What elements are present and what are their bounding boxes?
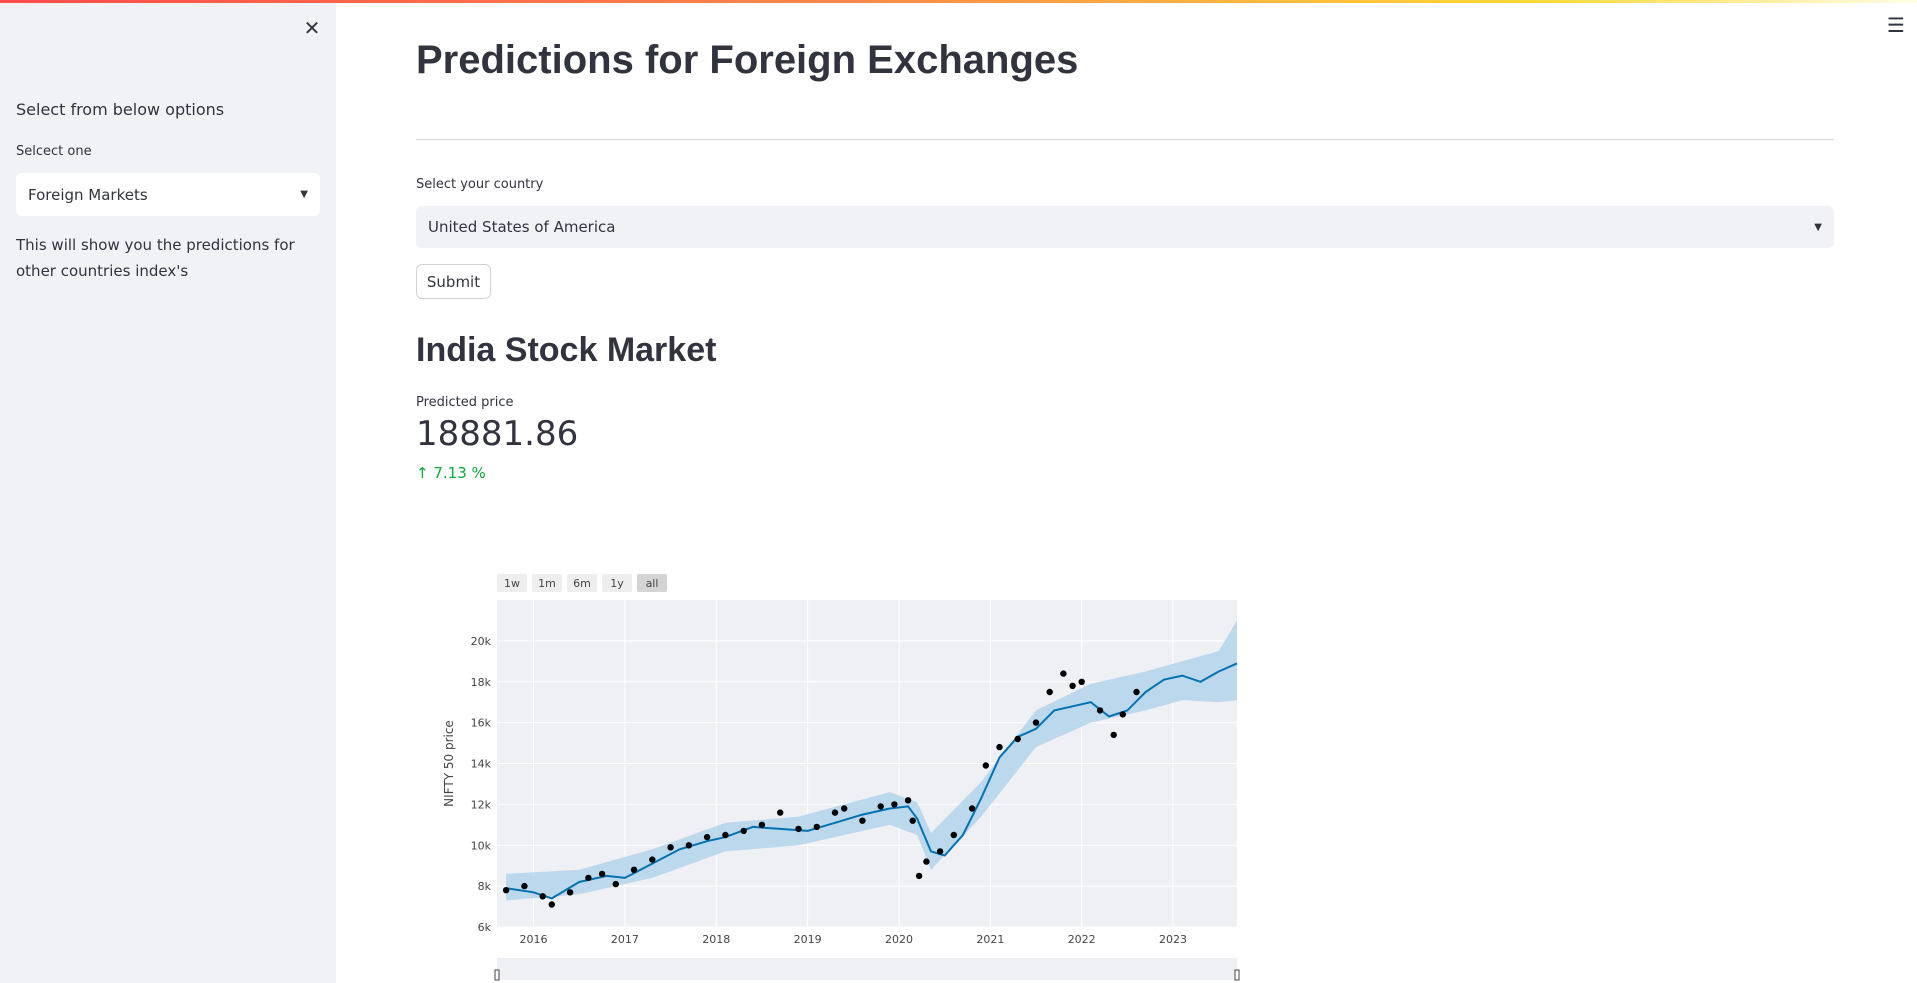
- range-button-label: 1m: [538, 577, 556, 590]
- x-tick-label: 2020: [885, 933, 913, 946]
- actual-data-point: [685, 842, 693, 849]
- actual-data-point: [722, 831, 729, 839]
- x-tick-label: 2018: [702, 933, 730, 946]
- metric-delta-value: 7.13 %: [433, 464, 486, 482]
- actual-data-point: [649, 856, 656, 863]
- x-tick-label: 2016: [520, 933, 548, 946]
- range-slider-handle-right[interactable]: [1234, 969, 1240, 981]
- range-button-1y[interactable]: 1y: [602, 574, 632, 592]
- actual-data-point: [831, 809, 839, 816]
- chevron-down-icon: ▼: [1814, 221, 1822, 233]
- range-button-label: 1w: [504, 577, 520, 590]
- actual-data-point: [1133, 688, 1140, 696]
- range-button-1m[interactable]: 1m: [532, 574, 562, 592]
- select-label: Selcect one: [16, 144, 92, 159]
- actual-data-point: [859, 817, 866, 824]
- forecast-chart[interactable]: 1w 1m 6m 1y all 6k 8k 10k 12k 14k 16k 18k 20k 2016 201…: [416, 560, 1246, 983]
- x-tick-label: 2021: [976, 933, 1004, 946]
- actual-data-point: [521, 882, 528, 890]
- actual-data-point: [936, 848, 944, 855]
- sidebar-info-text: This will show you the predictions for o…: [16, 236, 295, 280]
- range-button-all[interactable]: all: [637, 574, 667, 592]
- hamburger-menu-icon[interactable]: ☰: [1885, 14, 1907, 36]
- country-select-value: United States of America: [428, 218, 616, 236]
- actual-data-point: [612, 880, 619, 888]
- actual-data-point: [1110, 731, 1117, 739]
- range-button-6m[interactable]: 6m: [567, 574, 597, 592]
- actual-data-point: [1119, 711, 1126, 718]
- market-select[interactable]: Foreign Markets ▼: [16, 173, 320, 216]
- actual-data-point: [915, 872, 923, 880]
- y-tick-label: 6k: [478, 921, 492, 934]
- actual-data-point: [982, 762, 989, 769]
- close-icon[interactable]: ✕: [300, 16, 324, 40]
- actual-data-point: [1069, 682, 1076, 689]
- country-select-label: Select your country: [416, 177, 544, 192]
- chevron-down-icon: ▼: [300, 189, 308, 200]
- actual-data-point: [502, 887, 510, 894]
- actual-data-point: [1060, 670, 1067, 677]
- actual-data-point: [630, 866, 638, 873]
- x-tick-label: 2023: [1159, 933, 1187, 946]
- actual-data-point: [703, 833, 711, 841]
- actual-data-point: [1096, 707, 1104, 714]
- range-button-label: 6m: [573, 577, 591, 590]
- range-button-label: all: [646, 577, 659, 590]
- metric-value: 18881.86: [416, 414, 579, 454]
- y-tick-label: 18k: [471, 676, 492, 689]
- arrow-up-icon: ↑: [416, 464, 429, 482]
- actual-data-point: [795, 825, 802, 833]
- actual-data-point: [1046, 688, 1053, 696]
- actual-data-point: [1032, 719, 1040, 726]
- range-button-label: 1y: [610, 577, 624, 590]
- actual-data-point: [548, 901, 555, 908]
- actual-data-point: [667, 844, 674, 851]
- x-tick-label: 2017: [611, 933, 639, 946]
- actual-data-point: [539, 893, 546, 900]
- top-accent-bar: [0, 0, 1917, 3]
- actual-data-point: [813, 823, 820, 831]
- actual-data-point: [585, 874, 592, 882]
- actual-data-point: [950, 831, 957, 839]
- actual-data-point: [891, 801, 898, 808]
- country-select[interactable]: United States of America ▼: [416, 206, 1834, 248]
- range-button-1w[interactable]: 1w: [497, 574, 527, 592]
- actual-data-point: [1014, 735, 1021, 743]
- sidebar: ✕ Select from below options Selcect one …: [0, 0, 336, 983]
- divider: [416, 139, 1834, 140]
- actual-data-point: [777, 809, 784, 816]
- actual-data-point: [909, 817, 916, 824]
- y-tick-label: 14k: [471, 758, 492, 771]
- y-tick-label: 20k: [471, 635, 492, 648]
- x-tick-label: 2019: [794, 933, 822, 946]
- actual-data-point: [841, 805, 848, 812]
- actual-data-point: [566, 889, 574, 896]
- metric-label: Predicted price: [416, 395, 514, 410]
- actual-data-point: [1078, 678, 1085, 685]
- x-tick-label: 2022: [1068, 933, 1096, 946]
- actual-data-point: [877, 803, 884, 810]
- submit-button[interactable]: Submit: [416, 264, 491, 299]
- actual-data-point: [923, 858, 930, 865]
- y-tick-label: 10k: [471, 839, 492, 852]
- y-tick-label: 12k: [471, 798, 492, 811]
- y-tick-label: 8k: [478, 880, 492, 893]
- actual-data-point: [904, 797, 912, 804]
- range-slider-handle-left[interactable]: [494, 969, 500, 981]
- actual-data-point: [740, 827, 747, 835]
- actual-data-point: [996, 743, 1003, 751]
- actual-data-point: [968, 805, 976, 812]
- page-title: Predictions for Foreign Exchanges: [416, 38, 1079, 82]
- section-title: India Stock Market: [416, 331, 717, 369]
- actual-data-point: [758, 821, 766, 828]
- y-axis-title: NIFTY 50 price: [442, 720, 456, 807]
- range-slider[interactable]: [497, 958, 1237, 980]
- y-tick-label: 16k: [471, 717, 492, 730]
- sidebar-heading: Select from below options: [16, 100, 225, 119]
- market-select-value: Foreign Markets: [28, 185, 148, 204]
- actual-data-point: [598, 870, 606, 878]
- metric-delta: ↑ 7.13 %: [416, 464, 486, 482]
